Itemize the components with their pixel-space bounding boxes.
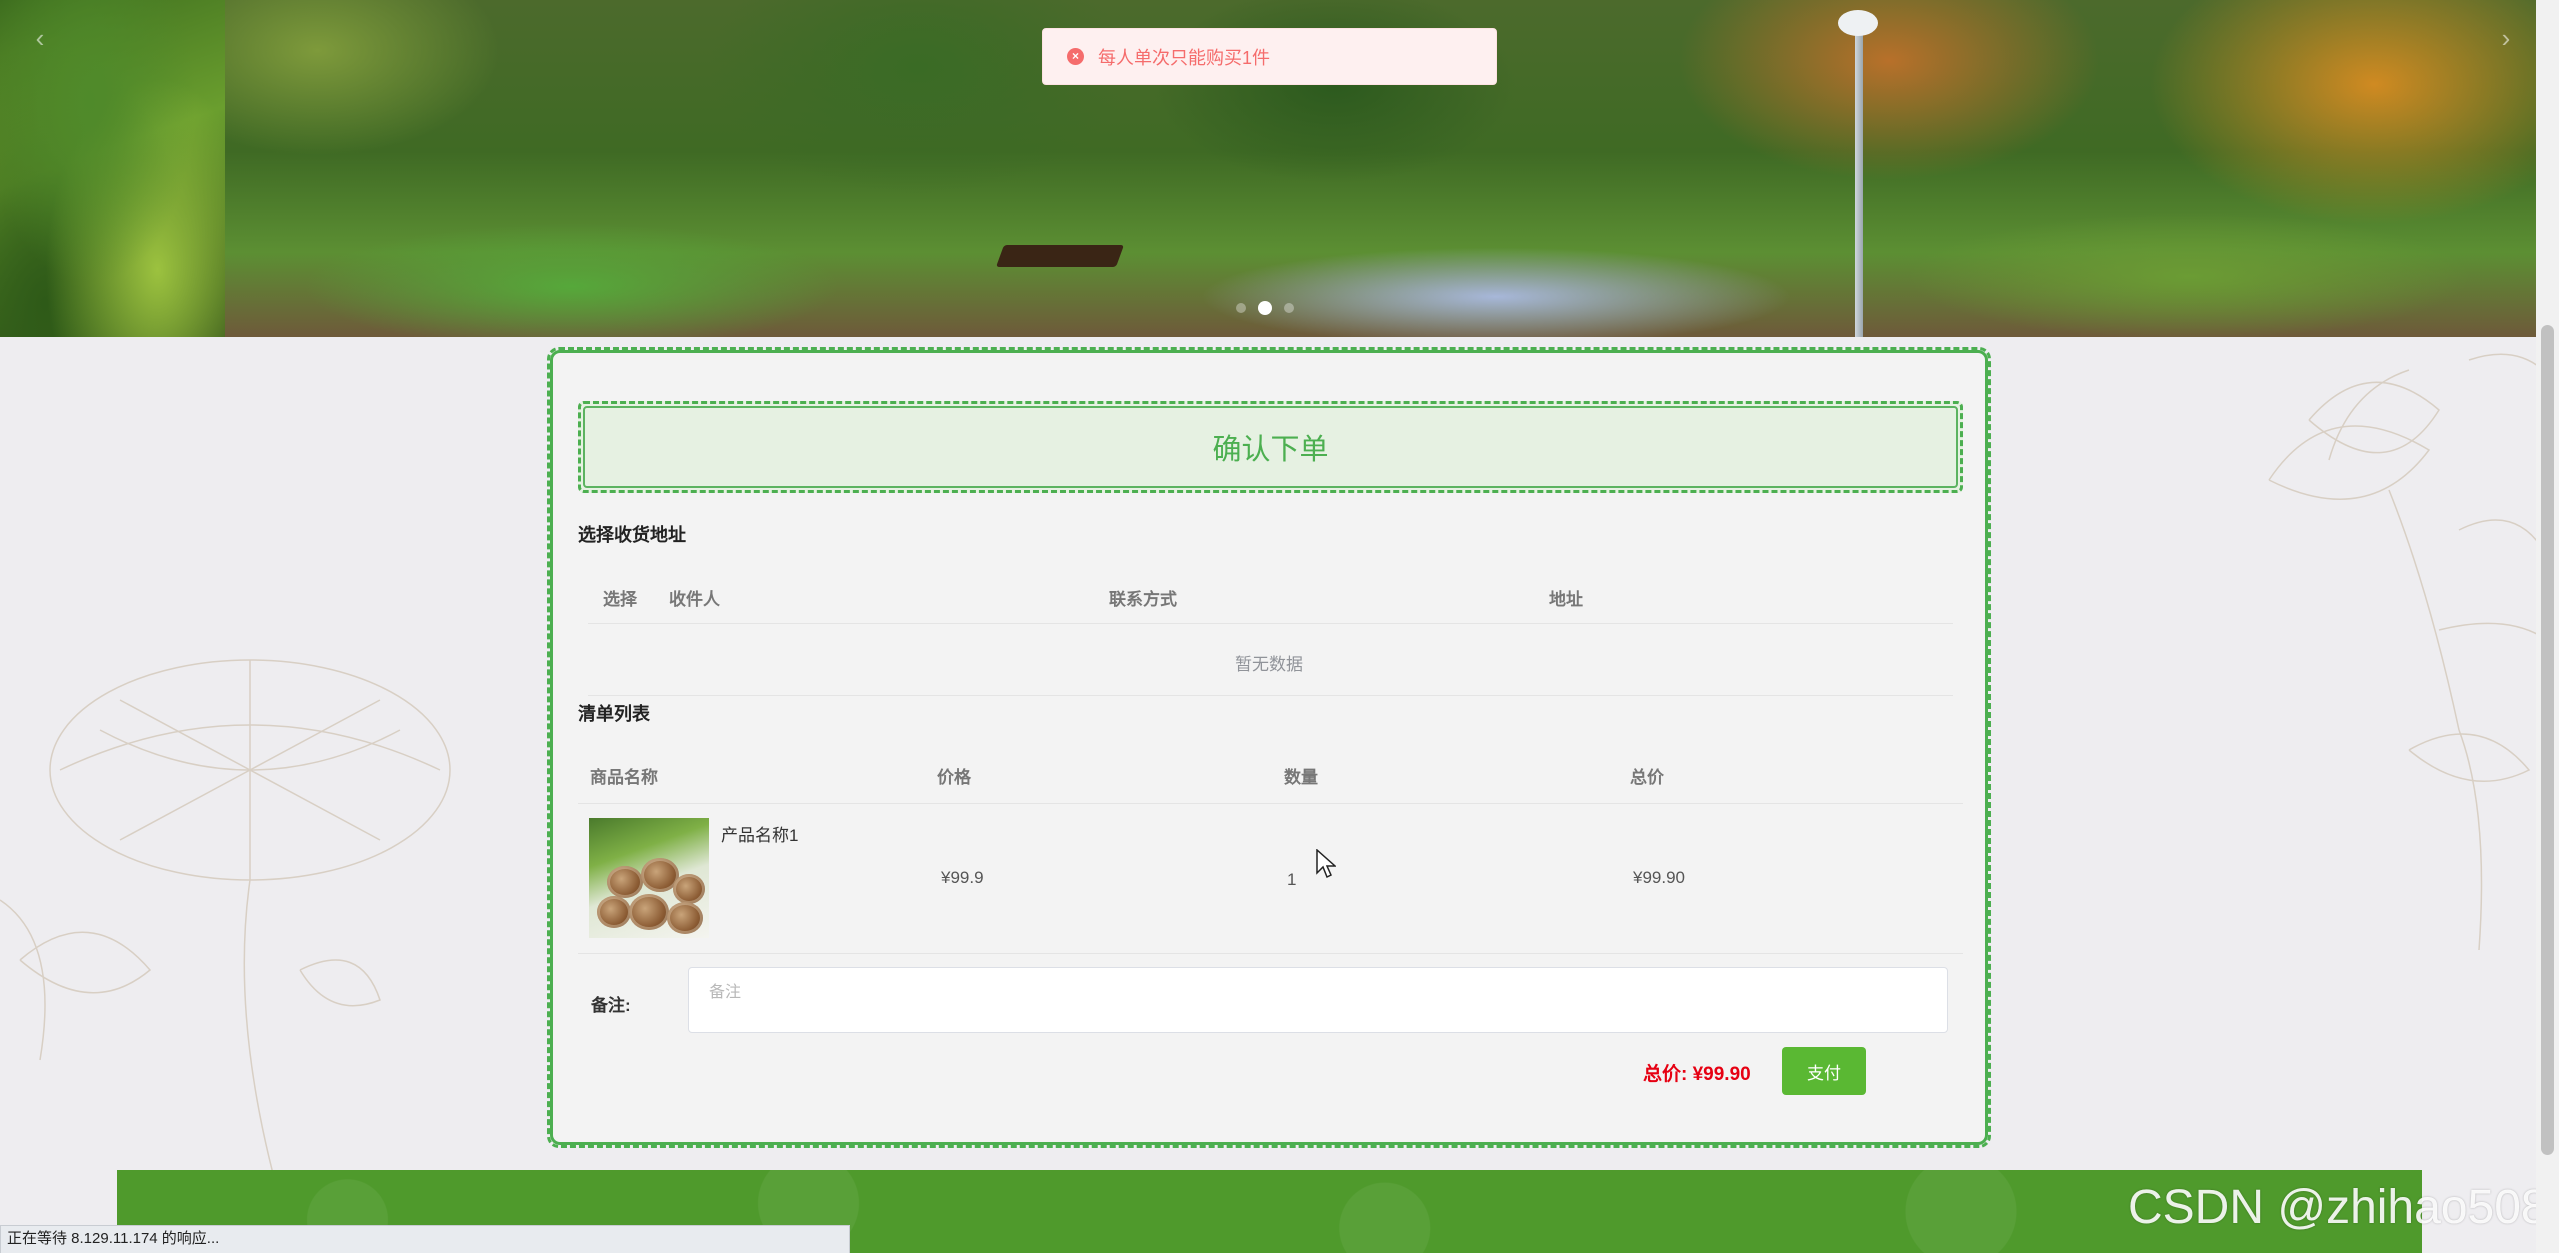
toast-message: 每人单次只能购买1件 <box>1098 47 1271 68</box>
scrollbar-thumb[interactable] <box>2541 325 2554 1155</box>
lotus-decoration-right <box>2268 353 2559 950</box>
items-col-name: 商品名称 <box>590 768 658 787</box>
lotus-decoration-left <box>0 659 451 1200</box>
address-empty-text: 暂无数据 <box>1235 655 1303 674</box>
lamp-post-image <box>1855 20 1863 337</box>
chevron-right-icon[interactable]: › <box>2486 18 2526 58</box>
order-panel: 确认下单 选择收货地址 选择 收件人 联系方式 地址 暂无数据 清单列表 商品名… <box>550 350 1988 1145</box>
chevron-left-icon[interactable]: ‹ <box>20 18 60 58</box>
divider <box>588 695 1953 696</box>
product-image <box>589 818 709 938</box>
items-col-quantity: 数量 <box>1284 768 1318 787</box>
mouse-cursor-icon <box>1316 849 1336 879</box>
items-col-price: 价格 <box>937 768 971 787</box>
divider <box>588 623 1953 624</box>
product-name: 产品名称1 <box>721 826 799 845</box>
total-price: 总价: ¥99.90 <box>1643 1064 1751 1085</box>
product-total: ¥99.90 <box>1633 868 1685 887</box>
park-bench-image <box>995 245 1125 267</box>
error-toast: × 每人单次只能购买1件 <box>1042 28 1497 85</box>
product-price: ¥99.9 <box>941 868 984 887</box>
address-section-title: 选择收货地址 <box>578 525 686 545</box>
vertical-scrollbar[interactable] <box>2536 0 2559 1253</box>
address-col-contact: 联系方式 <box>1109 590 1177 609</box>
remark-label: 备注: <box>591 996 631 1015</box>
page-title: 确认下单 <box>1212 434 1329 466</box>
carousel-dot-active[interactable] <box>1258 301 1272 315</box>
items-col-total: 总价 <box>1630 768 1664 787</box>
confirm-order-banner: 确认下单 <box>578 401 1963 493</box>
carousel-indicators <box>1236 301 1294 315</box>
carousel-dot[interactable] <box>1236 303 1246 313</box>
address-col-address: 地址 <box>1549 590 1583 609</box>
product-quantity: 1 <box>1287 870 1297 889</box>
items-section-title: 清单列表 <box>578 704 650 724</box>
lamp-head-image <box>1838 10 1878 36</box>
browser-status-bar: 正在等待 8.129.11.174 的响应... <box>0 1225 850 1253</box>
pay-button[interactable]: 支付 <box>1782 1047 1866 1095</box>
carousel-dot[interactable] <box>1284 303 1294 313</box>
divider <box>578 803 1963 804</box>
address-col-select: 选择 <box>603 590 637 609</box>
divider <box>578 953 1963 954</box>
watermark-text: CSDN @zhihao508 <box>2128 1181 2548 1234</box>
address-col-recipient: 收件人 <box>669 590 720 609</box>
close-circle-icon: × <box>1067 48 1084 65</box>
remark-input[interactable] <box>688 967 1948 1033</box>
